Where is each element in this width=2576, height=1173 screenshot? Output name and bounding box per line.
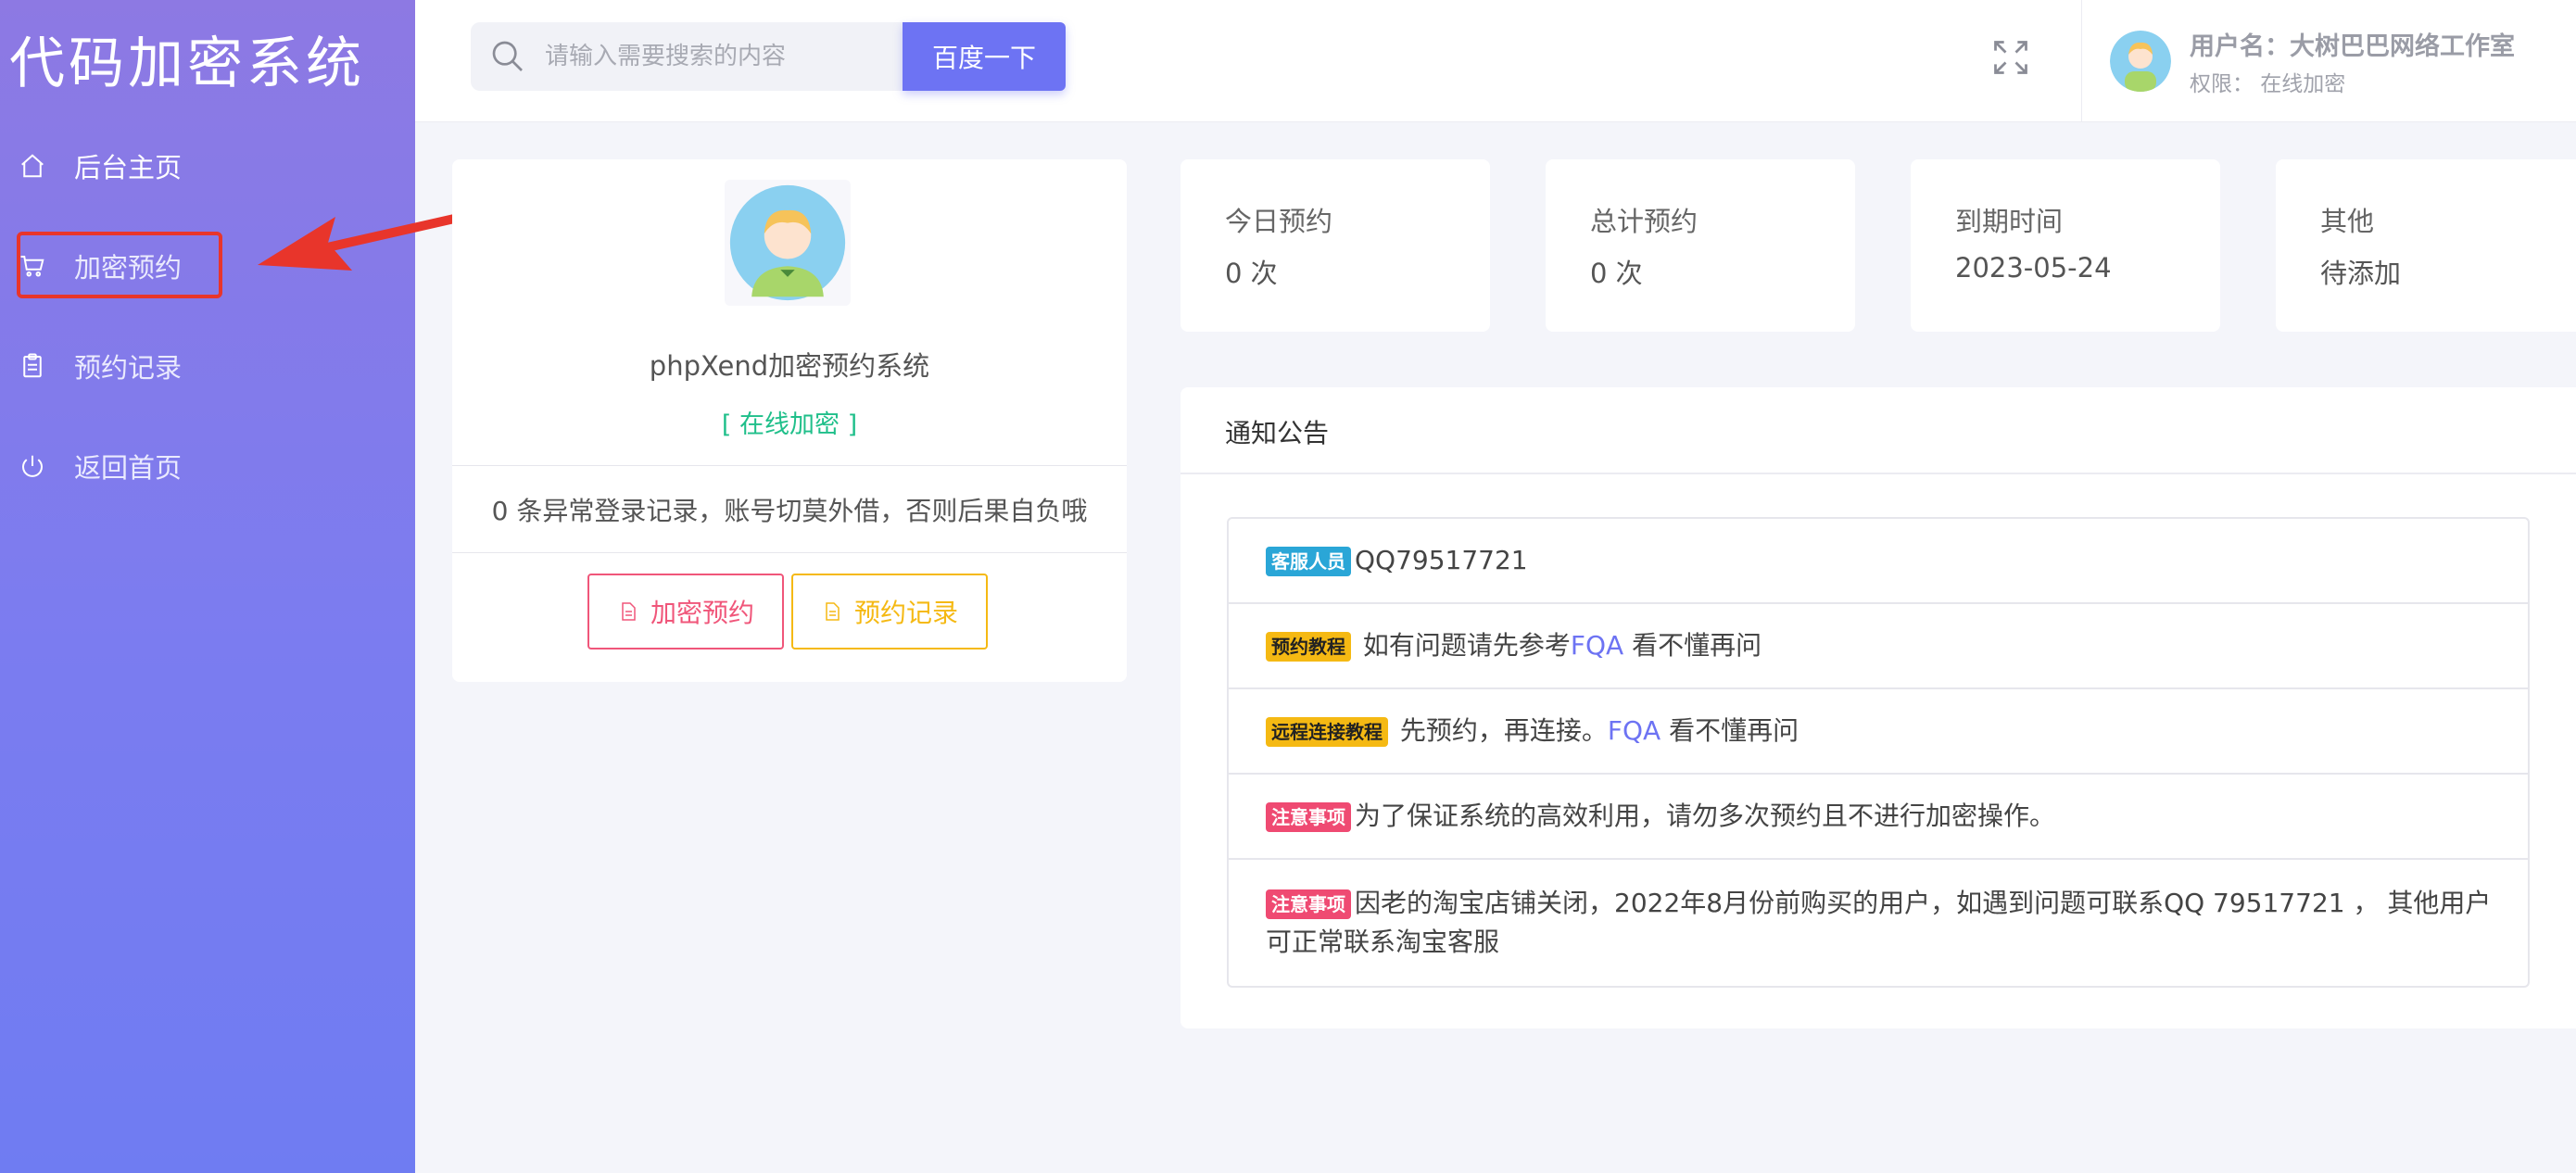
stat-value: 0 次	[1225, 258, 1278, 289]
sidebar: 代码加密系统 后台主页 加密预约 预约记录 返回首页	[0, 0, 415, 1173]
document-icon	[622, 602, 636, 621]
notice-badge: 客服人员	[1266, 547, 1351, 576]
stat-card-today: 今日预约 0 次	[1181, 159, 1490, 332]
notice-text: 看不懂再问	[1623, 630, 1762, 661]
search-button[interactable]: 百度一下	[903, 22, 1066, 91]
notice-badge: 注意事项	[1266, 802, 1351, 832]
list-item: 远程连接教程 先预约，再连接。FQA 看不懂再问	[1229, 689, 2528, 775]
divider	[452, 552, 1127, 553]
stat-label: 今日预约	[1225, 206, 1333, 237]
profile-card: phpXend加密预约系统 [ 在线加密 ] 0 条异常登录记录，账号切莫外借，…	[452, 159, 1127, 682]
notice-text: QQ79517721	[1355, 545, 1528, 575]
fqa-link[interactable]: FQA	[1608, 715, 1661, 746]
notice-text: 如有问题请先参考	[1355, 630, 1571, 661]
list-item: 注意事项 因老的淘宝店铺关闭，2022年8月份前购买的用户，如遇到问题可联系QQ …	[1229, 860, 2528, 986]
search-input[interactable]	[545, 43, 897, 70]
stat-card-other: 其他 待添加	[2276, 159, 2576, 332]
home-icon	[17, 150, 48, 182]
notice-badge: 注意事项	[1266, 889, 1351, 919]
power-icon	[17, 450, 48, 482]
stat-label: 总计预约	[1590, 206, 1698, 237]
notice-text: 看不懂再问	[1661, 715, 1799, 746]
notice-badge: 预约教程	[1266, 632, 1351, 662]
stat-card-expiry: 到期时间 2023-05-24	[1911, 159, 2220, 332]
document-icon	[826, 602, 840, 621]
stat-value: 0 次	[1590, 258, 1643, 289]
stat-value: 待添加	[2320, 258, 2402, 289]
profile-role: [ 在线加密 ]	[721, 410, 858, 439]
search-icon	[492, 41, 523, 71]
notice-panel: 通知公告 客服人员 QQ79517721 预约教程 如有问题请先参考FQA 看不懂…	[1181, 387, 2576, 1028]
notice-text: 因老的淘宝店铺关闭，2022年8月份前购买的用户，如遇到问题可联系QQ 7951…	[1266, 888, 2492, 957]
app-root: 代码加密系统 后台主页 加密预约 预约记录 返回首页 请输入需要搜索的内容 百度…	[0, 0, 2576, 1173]
divider	[1181, 473, 2576, 474]
search-box	[471, 22, 911, 91]
encrypt-booking-button[interactable]: 加密预约	[587, 574, 784, 650]
list-item: 注意事项 为了保证系统的高效利用，请勿多次预约且不进行加密操作。	[1229, 775, 2528, 860]
sidebar-item-booking-records[interactable]: 预约记录	[17, 332, 221, 400]
highlight-box	[17, 232, 222, 298]
fqa-link[interactable]: FQA	[1571, 630, 1623, 661]
sidebar-item-back-home[interactable]: 返回首页	[17, 432, 221, 500]
notice-list: 客服人员 QQ79517721 预约教程 如有问题请先参考FQA 看不懂再问 远程…	[1227, 517, 2530, 988]
stat-card-total: 总计预约 0 次	[1546, 159, 1855, 332]
stat-value: 2023-05-24	[1955, 252, 2112, 284]
avatar	[2110, 31, 2171, 92]
notice-text: 先预约，再连接。	[1392, 715, 1608, 746]
notice-title: 通知公告	[1225, 418, 1330, 448]
sidebar-item-label: 预约记录	[74, 352, 183, 384]
stat-label: 到期时间	[1955, 206, 2064, 237]
sidebar-item-dashboard[interactable]: 后台主页	[17, 132, 221, 200]
button-label: 加密预约	[650, 598, 754, 628]
notice-text: 为了保证系统的高效利用，请勿多次预约且不进行加密操作。	[1355, 801, 2056, 831]
divider	[452, 465, 1127, 466]
booking-records-button[interactable]: 预约记录	[791, 574, 988, 650]
user-name: 用户名：大树巴巴网络工作室	[2190, 32, 2515, 61]
profile-avatar	[725, 180, 851, 306]
sidebar-item-label: 返回首页	[74, 452, 183, 484]
user-role: 权限： 在线加密	[2190, 71, 2346, 96]
user-panel[interactable]: 用户名：大树巴巴网络工作室 权限： 在线加密	[2081, 0, 2576, 122]
clipboard-icon	[17, 350, 48, 382]
stat-label: 其他	[2320, 206, 2375, 237]
login-warning: 0 条异常登录记录，账号切莫外借，否则后果自负哦	[491, 496, 1088, 526]
profile-name: phpXend加密预约系统	[649, 350, 930, 382]
list-item: 预约教程 如有问题请先参考FQA 看不懂再问	[1229, 604, 2528, 689]
sidebar-item-label: 后台主页	[74, 152, 183, 183]
brand-title: 代码加密系统	[9, 32, 365, 96]
top-bar: 百度一下 用户名：大树巴巴网络工作室 权限： 在线加密	[415, 0, 2576, 122]
list-item: 客服人员 QQ79517721	[1229, 519, 2528, 604]
fullscreen-icon[interactable]	[1990, 37, 2031, 78]
button-label: 预约记录	[853, 598, 958, 628]
notice-badge: 远程连接教程	[1266, 717, 1388, 747]
